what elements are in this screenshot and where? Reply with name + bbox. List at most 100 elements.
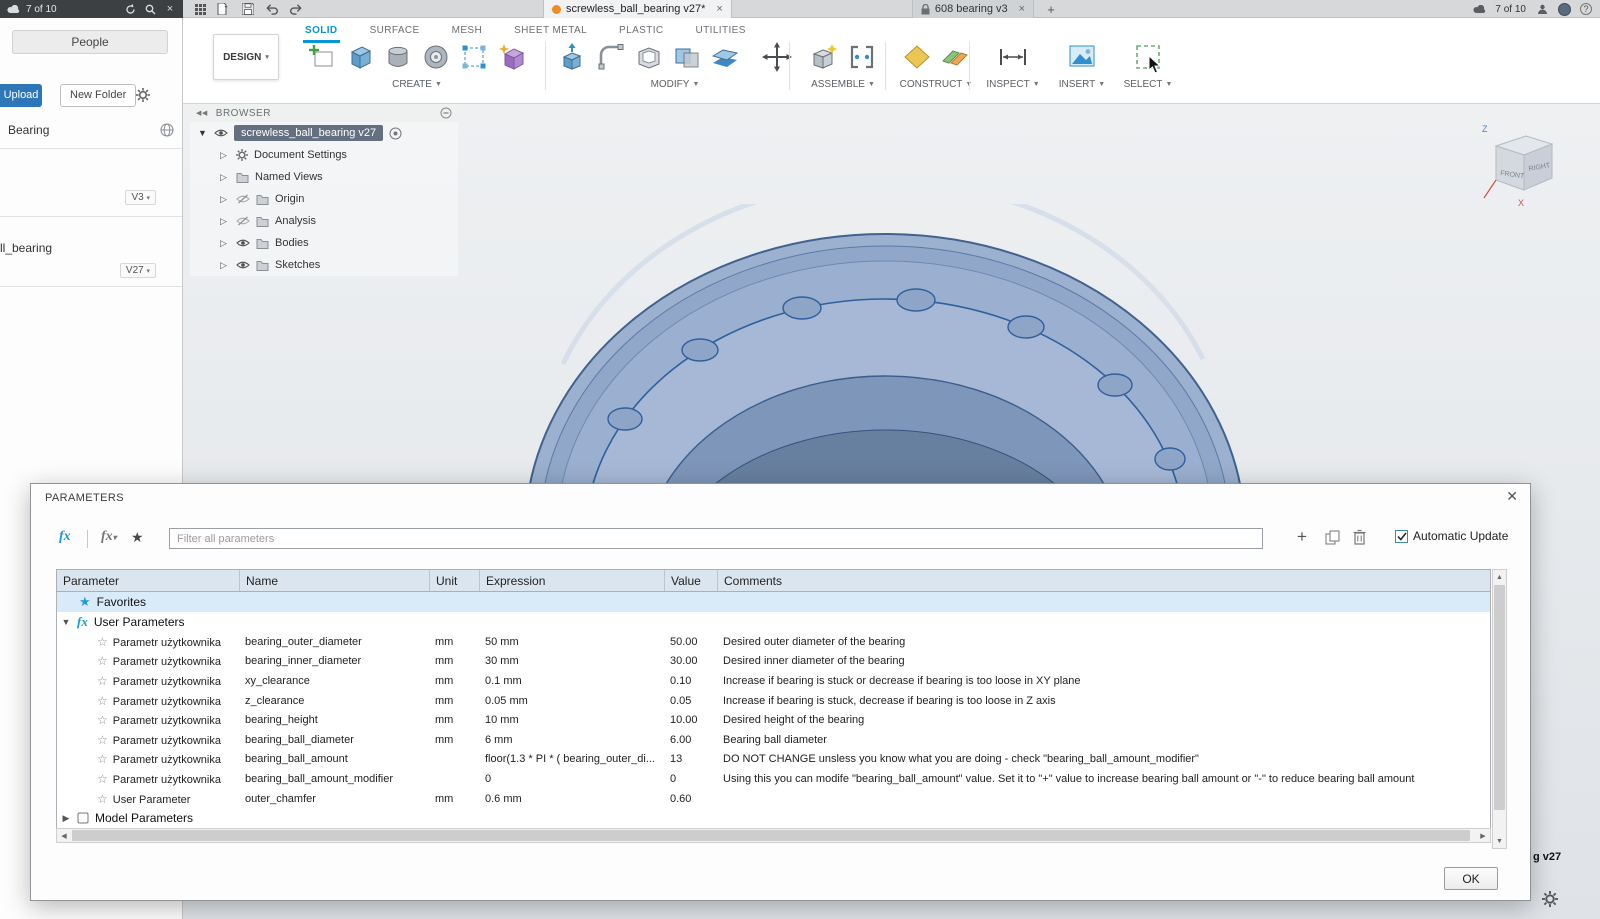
parameter-row[interactable]: ☆ Parametr użytkownika z_clearance mm 0.0… bbox=[57, 690, 1490, 711]
user-parameters-group-row[interactable]: ▼ fx User Parameters bbox=[57, 612, 1490, 632]
create-sketch-icon[interactable] bbox=[305, 40, 339, 74]
group-label-create[interactable]: CREATE ▼ bbox=[392, 79, 442, 90]
ok-button[interactable]: OK bbox=[1444, 867, 1498, 890]
document-tab-inactive[interactable]: 608 bearing v3 × bbox=[911, 0, 1035, 18]
column-header-expression[interactable]: Expression bbox=[479, 570, 664, 591]
scroll-right-icon[interactable]: ▶ bbox=[1476, 829, 1490, 842]
visibility-eye-icon[interactable] bbox=[236, 238, 250, 248]
expand-icon[interactable]: ▷ bbox=[220, 216, 230, 227]
parameter-name[interactable]: bearing_ball_diameter bbox=[239, 734, 429, 746]
refresh-icon[interactable] bbox=[123, 2, 137, 16]
parameter-row[interactable]: ☆ User Parameter outer_chamfer mm 0.6 mm … bbox=[57, 788, 1490, 809]
column-header-parameter[interactable]: Parameter bbox=[57, 570, 239, 591]
favorite-toggle-icon[interactable]: ☆ bbox=[97, 792, 108, 806]
combine-icon[interactable] bbox=[670, 40, 704, 74]
expand-icon[interactable]: ▷ bbox=[220, 172, 230, 183]
scroll-left-icon[interactable]: ◀ bbox=[57, 829, 71, 842]
favorites-group-row[interactable]: ★ Favorites bbox=[57, 592, 1490, 612]
expand-icon[interactable]: ▷ bbox=[220, 194, 230, 205]
workspace-switcher[interactable]: DESIGN ▾ bbox=[213, 34, 279, 80]
favorite-toggle-icon[interactable]: ☆ bbox=[97, 713, 108, 727]
visibility-eye-off-icon[interactable] bbox=[236, 194, 250, 204]
parameter-comments[interactable]: Bearing ball diameter bbox=[717, 734, 1490, 746]
visibility-eye-off-icon[interactable] bbox=[236, 216, 250, 226]
version-dropdown[interactable]: V3 ▾ bbox=[125, 190, 156, 205]
parameter-comments[interactable]: Increase if bearing is stuck, decrease i… bbox=[717, 695, 1490, 707]
version-dropdown[interactable]: V27 ▾ bbox=[119, 263, 156, 278]
parameter-row[interactable]: ☆ Parametr użytkownika bearing_height mm … bbox=[57, 710, 1490, 730]
parameter-name[interactable]: outer_chamfer bbox=[239, 793, 429, 805]
favorites-filter-icon[interactable]: ★ bbox=[131, 529, 144, 546]
expand-icon[interactable]: ▷ bbox=[220, 260, 230, 271]
horizontal-scrollbar[interactable]: ◀ ▶ bbox=[56, 828, 1491, 843]
file-menu-icon[interactable] bbox=[217, 2, 231, 16]
parameter-name[interactable]: xy_clearance bbox=[239, 675, 429, 687]
notifications-icon[interactable] bbox=[1535, 2, 1549, 16]
view-cube[interactable]: Z FRONT RIGHT X bbox=[1474, 118, 1560, 214]
browser-item-bodies[interactable]: ▷ Bodies bbox=[190, 232, 458, 254]
column-header-name[interactable]: Name bbox=[239, 570, 429, 591]
parameter-name[interactable]: bearing_ball_amount_modifier bbox=[239, 773, 429, 785]
browser-root-row[interactable]: ▼ screwless_ball_bearing v27 bbox=[190, 122, 458, 144]
expand-icon[interactable]: ▼ bbox=[198, 128, 208, 138]
parameter-name[interactable]: z_clearance bbox=[239, 695, 429, 707]
parameter-name[interactable]: bearing_outer_diameter bbox=[239, 636, 429, 648]
parameter-expression[interactable]: 0 bbox=[479, 773, 664, 785]
parameter-expression[interactable]: 50 mm bbox=[479, 636, 664, 648]
item-title[interactable]: ll_bearing bbox=[0, 241, 52, 255]
tab-close-icon[interactable]: × bbox=[716, 3, 722, 15]
redo-icon[interactable] bbox=[289, 2, 303, 16]
parameter-name[interactable]: bearing_inner_diameter bbox=[239, 655, 429, 667]
activate-target-icon[interactable] bbox=[389, 127, 402, 140]
derived-parameter-icon[interactable]: fx▾ bbox=[101, 529, 117, 545]
new-component-icon[interactable] bbox=[807, 40, 841, 74]
parameter-name[interactable]: bearing_ball_amount bbox=[239, 753, 429, 765]
settings-gear-icon[interactable] bbox=[1542, 891, 1558, 907]
people-tab[interactable]: People bbox=[12, 30, 168, 54]
vertical-scrollbar[interactable]: ▲ ▼ bbox=[1492, 569, 1507, 849]
parameter-expression[interactable]: floor(1.3 * PI * ( bearing_outer_di... bbox=[479, 753, 664, 765]
globe-icon[interactable] bbox=[160, 123, 174, 137]
upload-button[interactable]: Upload bbox=[0, 84, 42, 107]
favorite-toggle-icon[interactable]: ☆ bbox=[97, 654, 108, 668]
favorite-toggle-icon[interactable]: ☆ bbox=[97, 733, 108, 747]
close-panel-icon[interactable]: × bbox=[163, 2, 177, 16]
visibility-eye-icon[interactable] bbox=[214, 128, 228, 138]
filter-parameters-input[interactable] bbox=[169, 528, 1263, 549]
insert-image-icon[interactable] bbox=[1065, 40, 1099, 74]
favorite-toggle-icon[interactable]: ☆ bbox=[97, 635, 108, 649]
scroll-down-icon[interactable]: ▼ bbox=[1493, 834, 1506, 848]
help-icon[interactable]: ? bbox=[1580, 3, 1592, 15]
shell-icon[interactable] bbox=[632, 40, 666, 74]
column-header-unit[interactable]: Unit bbox=[429, 570, 479, 591]
dialog-close-icon[interactable]: ✕ bbox=[1506, 488, 1518, 505]
favorite-toggle-icon[interactable]: ☆ bbox=[97, 772, 108, 786]
group-label-construct[interactable]: CONSTRUCT▼ bbox=[900, 79, 973, 90]
parameter-row[interactable]: ☆ Parametr użytkownika bearing_ball_amoun… bbox=[57, 769, 1490, 789]
model-parameters-group-row[interactable]: ▶ Model Parameters bbox=[57, 808, 1490, 829]
collapse-all-icon[interactable] bbox=[440, 107, 452, 119]
favorite-toggle-icon[interactable]: ☆ bbox=[97, 752, 108, 766]
parameter-row[interactable]: ☆ Parametr użytkownika bearing_inner_diam… bbox=[57, 651, 1490, 672]
press-pull-icon[interactable] bbox=[556, 40, 590, 74]
parameter-row[interactable]: ☆ Parametr użytkownika bearing_ball_amoun… bbox=[57, 749, 1490, 770]
parameter-expression[interactable]: 0.6 mm bbox=[479, 793, 664, 805]
browser-item-analysis[interactable]: ▷ Analysis bbox=[190, 210, 458, 232]
offset-face-icon[interactable] bbox=[708, 40, 742, 74]
favorite-toggle-icon[interactable]: ☆ bbox=[97, 674, 108, 688]
parameter-comments[interactable]: Using this you can modife "bearing_ball_… bbox=[717, 773, 1490, 785]
parameter-name[interactable]: bearing_height bbox=[239, 714, 429, 726]
collapse-group-icon[interactable]: ▼ bbox=[61, 617, 71, 627]
panel-settings-gear-icon[interactable] bbox=[136, 88, 150, 102]
fillet-icon[interactable] bbox=[594, 40, 628, 74]
parameter-row[interactable]: ☆ Parametr użytkownika bearing_outer_diam… bbox=[57, 632, 1490, 652]
pattern-icon[interactable] bbox=[457, 40, 491, 74]
parameter-row[interactable]: ☆ Parametr użytkownika bearing_ball_diame… bbox=[57, 729, 1490, 750]
parameter-comments[interactable]: DO NOT CHANGE unsless you know what you … bbox=[717, 753, 1490, 765]
parameter-row[interactable]: ☆ Parametr użytkownika xy_clearance mm 0.… bbox=[57, 671, 1490, 691]
parameter-expression[interactable]: 0.1 mm bbox=[479, 675, 664, 687]
browser-item-sketches[interactable]: ▷ Sketches bbox=[190, 254, 458, 276]
favorite-toggle-icon[interactable]: ☆ bbox=[97, 694, 108, 708]
construction-axis-icon[interactable] bbox=[938, 40, 972, 74]
group-label-modify[interactable]: MODIFY ▼ bbox=[651, 79, 700, 90]
